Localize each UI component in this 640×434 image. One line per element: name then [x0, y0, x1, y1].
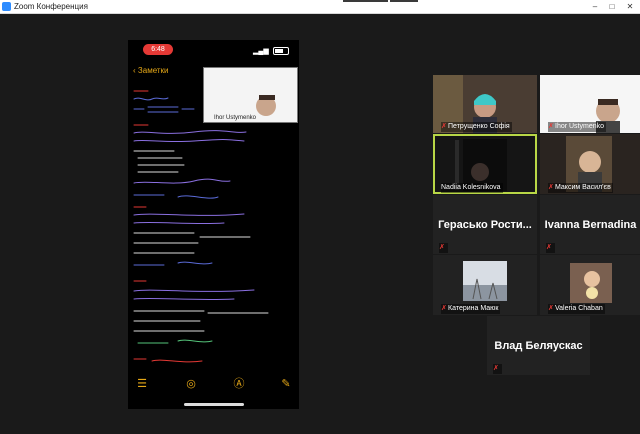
participant-tile[interactable]: ✗Ihor Ustymenko	[540, 75, 640, 133]
mic-muted-icon: ✗	[548, 305, 554, 312]
mic-muted-icon: ✗	[546, 244, 552, 251]
presenter-video	[204, 68, 297, 122]
window-title: Zoom Конференция	[14, 2, 88, 11]
mic-muted-icon: ✗	[441, 123, 447, 130]
participant-display-name: Влад Беляускас	[494, 339, 583, 352]
participant-name: ✗Valeria Chaban	[548, 304, 605, 314]
participant-tile-active-speaker[interactable]: Nadiia Kolesnikova	[433, 134, 537, 194]
battery-icon	[273, 47, 289, 55]
presenter-pip-video[interactable]: Ihor Ustymenko	[203, 67, 298, 123]
notes-back-button[interactable]: ‹ Заметки	[133, 66, 169, 76]
maximize-button[interactable]: □	[603, 0, 621, 13]
screen-share-options[interactable]	[390, 0, 418, 2]
participant-display-name: Герасько Рости...	[438, 218, 532, 231]
markup-icon[interactable]: Ⓐ	[231, 376, 247, 392]
checklist-icon[interactable]: ☰	[134, 376, 150, 392]
participant-status: ✗	[546, 243, 555, 253]
phone-time: 6:48	[143, 44, 173, 55]
participant-tile[interactable]: ✗Valeria Chaban	[540, 255, 640, 315]
participant-status: ✗	[439, 243, 448, 253]
participant-name: ✗Петрущенко Софія	[441, 122, 512, 132]
compose-icon[interactable]: ✎	[278, 376, 294, 392]
mic-muted-icon: ✗	[439, 244, 445, 251]
minimize-button[interactable]: –	[586, 0, 604, 13]
participant-display-name: Ivanna Bernadina	[544, 218, 637, 231]
mic-muted-icon: ✗	[548, 184, 554, 191]
zoom-app-icon	[2, 2, 11, 11]
participant-name: Nadiia Kolesnikova	[441, 183, 503, 193]
signal-icon: ▂▄▆	[253, 48, 269, 55]
participant-tile[interactable]: ✗Максим Васил'єв	[540, 134, 640, 194]
participant-name: ✗Ihor Ustymenko	[548, 122, 607, 132]
mic-muted-icon: ✗	[441, 305, 447, 312]
participant-tile[interactable]: Влад Беляускас ✗	[487, 316, 590, 375]
notes-back-label: Заметки	[137, 66, 169, 75]
participant-status: ✗	[493, 364, 502, 374]
participant-name: ✗Максим Васил'єв	[548, 183, 613, 193]
mic-muted-icon: ✗	[548, 123, 554, 130]
handwritten-notes	[133, 90, 269, 363]
notes-toolbar: ☰ ◎ Ⓐ ✎	[128, 376, 299, 394]
mic-muted-icon: ✗	[493, 365, 499, 372]
participant-name: ✗Катерина Маюк	[441, 304, 501, 314]
close-button[interactable]: ✕	[621, 0, 639, 13]
home-indicator	[184, 403, 244, 406]
camera-icon[interactable]: ◎	[183, 376, 199, 392]
participant-tile[interactable]: Герасько Рости... ✗	[433, 195, 537, 254]
window-title-bar: Zoom Конференция – □ ✕	[0, 0, 640, 14]
phone-status-bar: 6:48 ▂▄▆	[128, 40, 299, 56]
participant-tile[interactable]: ✗Петрущенко Софія	[433, 75, 537, 133]
participant-tile[interactable]: ✗Катерина Маюк	[433, 255, 537, 315]
participant-tile[interactable]: Ivanna Bernadina ✗	[540, 195, 640, 254]
pip-name: Ihor Ustymenko	[214, 115, 257, 121]
screen-share-top-bar[interactable]	[343, 0, 388, 2]
chevron-left-icon: ‹	[133, 66, 136, 75]
